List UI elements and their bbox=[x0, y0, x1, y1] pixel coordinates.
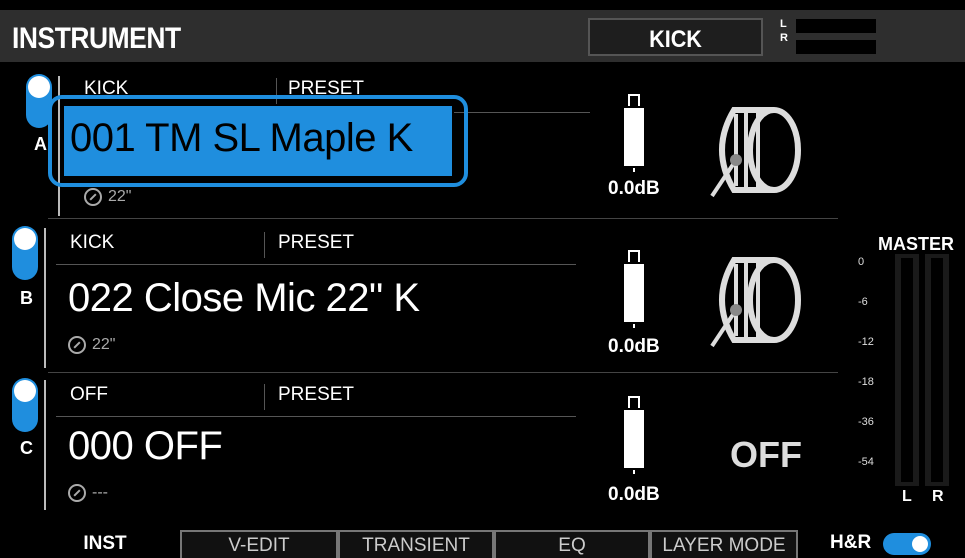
layer-a-fader[interactable] bbox=[624, 94, 644, 174]
master-title: MASTER bbox=[878, 234, 954, 254]
header-bar: INSTRUMENT KICK L R bbox=[0, 10, 965, 62]
master-left-label: L bbox=[902, 488, 912, 505]
tab-eq[interactable]: EQ bbox=[494, 530, 650, 558]
layer-a-size-value: 22" bbox=[108, 188, 132, 205]
layer-c-preset-name[interactable]: 000 OFF bbox=[68, 424, 223, 469]
layer-b-letter: B bbox=[20, 288, 33, 308]
master-right-label: R bbox=[932, 488, 944, 505]
layer-separator bbox=[48, 372, 838, 373]
layer-b-size-value: 22" bbox=[92, 336, 116, 353]
layer-c-category: OFF bbox=[70, 384, 108, 405]
layer-b-size: 22" bbox=[68, 336, 115, 354]
kick-drum-icon bbox=[710, 257, 801, 348]
tab-bar: INST V-EDIT TRANSIENT EQ LAYER MODE bbox=[0, 530, 965, 558]
meter-left-label: L bbox=[780, 18, 787, 30]
fader-stem bbox=[624, 410, 644, 468]
toggle-knob bbox=[14, 228, 36, 250]
master-meter-right bbox=[925, 254, 949, 486]
meter-right-label: R bbox=[780, 32, 788, 44]
master-meter-left bbox=[895, 254, 919, 486]
layer-a-level: 0.0dB bbox=[608, 178, 660, 199]
meter-well bbox=[931, 258, 943, 482]
layer-b: B KICK PRESET 022 Close Mic 22" K 22" 0.… bbox=[0, 222, 850, 373]
meter-well bbox=[901, 258, 913, 482]
scale-mark: -18 bbox=[858, 376, 874, 388]
toggle-knob bbox=[28, 76, 50, 98]
layer-b-rule bbox=[56, 264, 576, 265]
layer-a-preset-name: 001 TM SL Maple K bbox=[70, 116, 413, 160]
layer-c-rule bbox=[56, 416, 576, 417]
hr-toggle[interactable] bbox=[883, 533, 931, 555]
hr-label: H&R bbox=[830, 532, 872, 553]
master-scale: 0 -6 -12 -18 -36 -54 bbox=[858, 254, 888, 484]
layer-b-level: 0.0dB bbox=[608, 336, 660, 357]
instrument-name-box[interactable]: KICK bbox=[588, 18, 763, 56]
page-title: INSTRUMENT bbox=[12, 22, 181, 55]
meter-left-bar bbox=[796, 19, 876, 33]
scale-mark: 0 bbox=[858, 256, 865, 268]
toggle-knob bbox=[912, 536, 928, 552]
size-icon bbox=[68, 336, 86, 354]
fader-cap bbox=[628, 396, 640, 408]
fader-tick bbox=[633, 324, 635, 328]
size-icon bbox=[84, 188, 102, 206]
fader-tick bbox=[633, 168, 635, 172]
instrument-name: KICK bbox=[649, 26, 702, 53]
instrument-screen: INSTRUMENT KICK L R A KICK PRESET 22" 0.… bbox=[0, 0, 965, 558]
layer-b-category: KICK bbox=[70, 232, 115, 253]
layer-c-off-status: OFF bbox=[730, 434, 802, 475]
meta-separator bbox=[264, 232, 265, 258]
layer-a-preset-field[interactable]: 001 TM SL Maple K bbox=[62, 104, 454, 178]
layer-c-toggle[interactable] bbox=[12, 378, 38, 432]
meter-right-bar bbox=[796, 40, 876, 54]
size-icon bbox=[68, 484, 86, 502]
kick-drum-icon bbox=[710, 107, 801, 198]
layer-a-size: 22" bbox=[84, 188, 131, 206]
tab-inst[interactable]: INST bbox=[60, 530, 150, 558]
layer-c-preset-label: PRESET bbox=[278, 384, 355, 405]
tab-transient[interactable]: TRANSIENT bbox=[338, 530, 494, 558]
toggle-knob bbox=[14, 380, 36, 402]
header-level-meter: L R bbox=[780, 18, 880, 58]
fader-stem bbox=[624, 108, 644, 166]
layer-b-divider bbox=[44, 228, 46, 368]
master-meter bbox=[895, 254, 955, 486]
layer-c-size-value: --- bbox=[92, 484, 108, 501]
tab-v-edit[interactable]: V-EDIT bbox=[180, 530, 338, 558]
fader-cap bbox=[628, 94, 640, 106]
layer-b-fader[interactable] bbox=[624, 250, 644, 330]
meta-separator bbox=[264, 384, 265, 410]
scale-mark: -54 bbox=[858, 456, 874, 468]
fader-stem bbox=[624, 264, 644, 322]
layer-c-level: 0.0dB bbox=[608, 484, 660, 505]
fader-cap bbox=[628, 250, 640, 262]
layer-b-toggle[interactable] bbox=[12, 226, 38, 280]
layer-c: C OFF PRESET 000 OFF --- 0.0dB OFF bbox=[0, 374, 850, 524]
tab-layer-mode[interactable]: LAYER MODE bbox=[650, 530, 798, 558]
layer-b-preset-name[interactable]: 022 Close Mic 22" K bbox=[68, 276, 420, 321]
fader-tick bbox=[633, 470, 635, 474]
scale-mark: -36 bbox=[858, 416, 874, 428]
scale-mark: -12 bbox=[858, 336, 874, 348]
layer-c-fader[interactable] bbox=[624, 396, 644, 476]
layer-c-letter: C bbox=[20, 438, 33, 458]
scale-mark: -6 bbox=[858, 296, 868, 308]
layer-b-preset-label: PRESET bbox=[278, 232, 355, 253]
layer-c-divider bbox=[44, 380, 46, 510]
layer-a-letter: A bbox=[34, 134, 47, 154]
layer-separator bbox=[48, 218, 838, 219]
layer-c-size: --- bbox=[68, 484, 108, 502]
